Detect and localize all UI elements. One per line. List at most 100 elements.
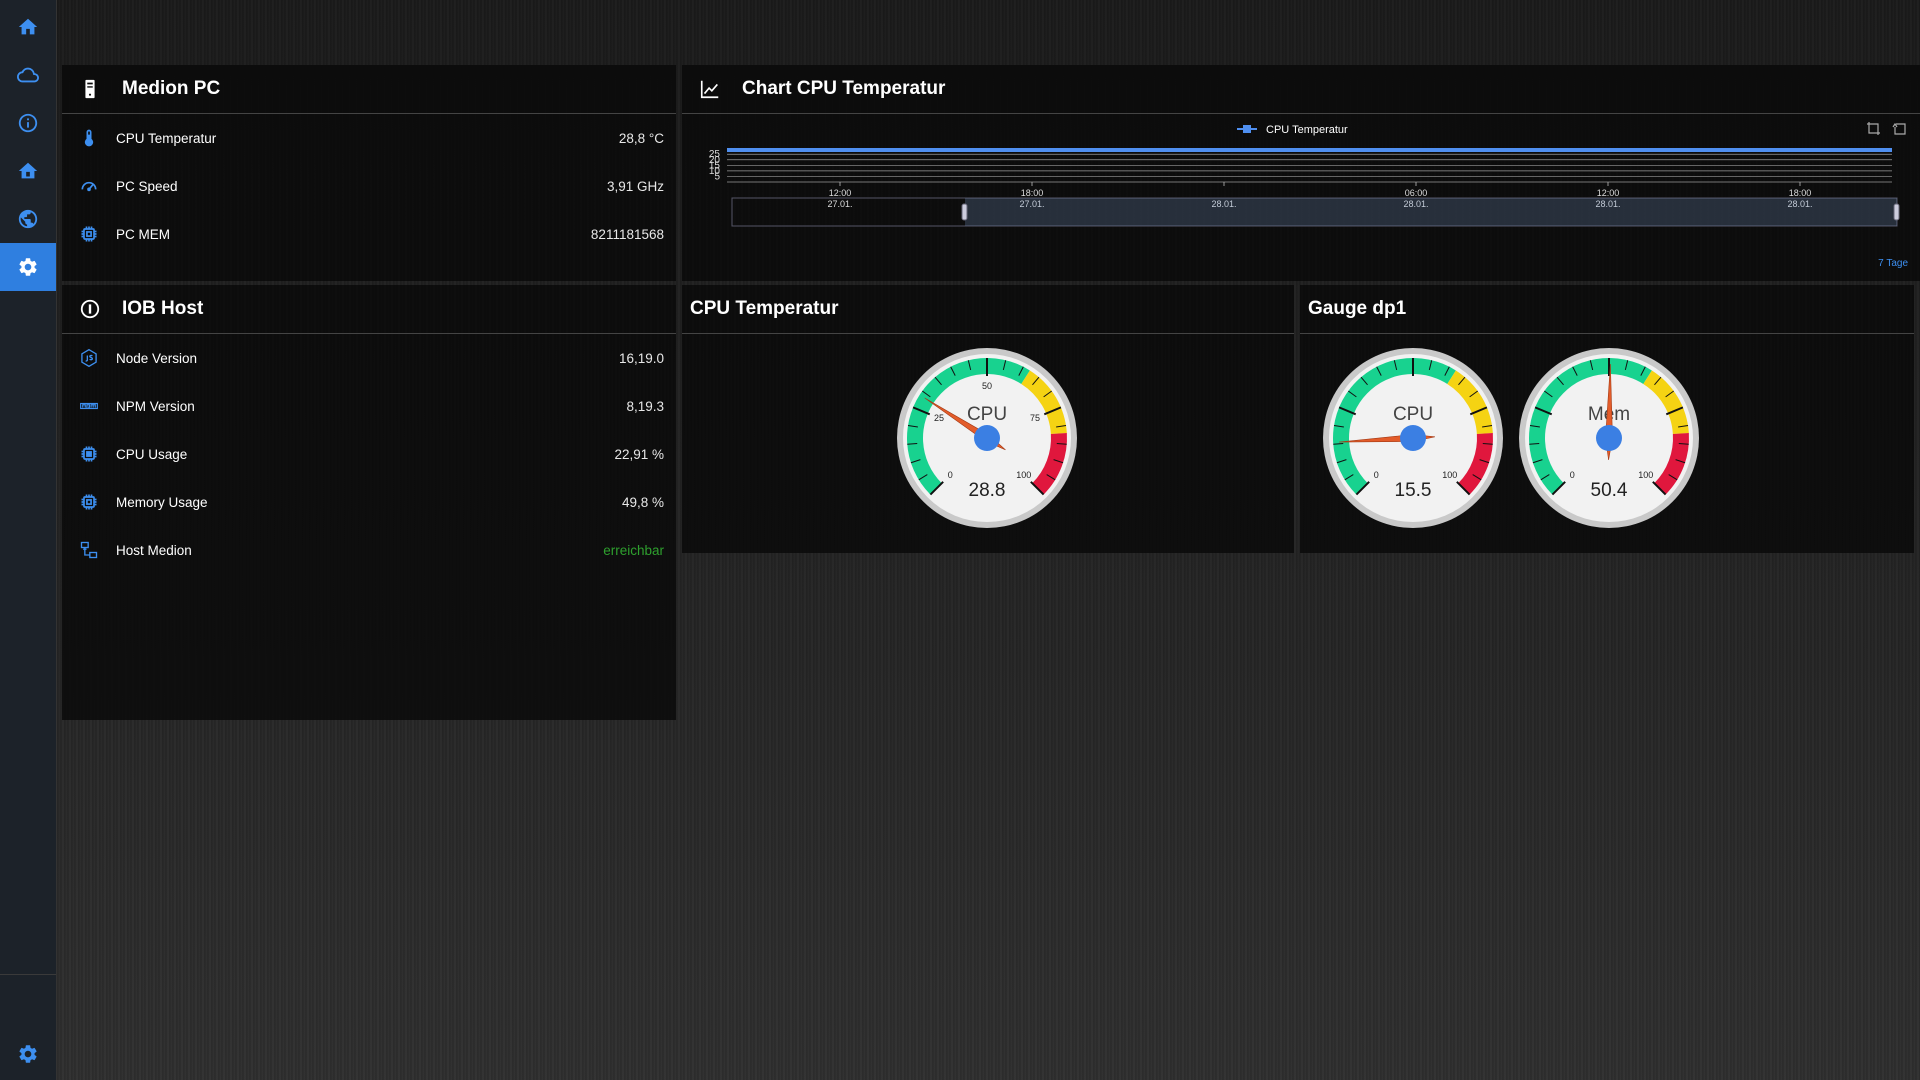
- medion-pc-header: Medion PC: [62, 65, 676, 114]
- list-item: PC MEM 8211181568: [62, 210, 676, 258]
- chart-panel: Chart CPU Temperatur CPU Temperatur 25 20 1…: [682, 65, 1920, 281]
- npm-icon: [78, 395, 100, 417]
- gauge-hub: [974, 425, 1000, 451]
- gauge: 0 25 50 75 100 CPU 28.8: [897, 348, 1077, 528]
- list-item: CPU Usage 22,91 %: [62, 430, 676, 478]
- x-tick-label: 12:00: [1597, 188, 1620, 198]
- list-item: NPM Version 8,19.3: [62, 382, 676, 430]
- sidebar-item-house[interactable]: [0, 147, 56, 195]
- row-label: Memory Usage: [116, 494, 208, 510]
- iobroker-logo-icon: [78, 297, 102, 321]
- gauge-area: 0100CPU15.50100Mem50.4: [1300, 334, 1914, 553]
- nodejs-icon: [78, 347, 100, 369]
- gauge-tick-label: 100: [1016, 470, 1031, 480]
- sidebar: [0, 0, 57, 1080]
- chart-svg[interactable]: CPU Temperatur25201510512:0027.01.18:002…: [682, 114, 1920, 281]
- home-icon: [18, 18, 38, 35]
- pc-tower-icon: [78, 77, 102, 101]
- gauge-tick-label: 0: [948, 470, 953, 480]
- gauge-label: CPU: [967, 404, 1007, 425]
- row-value: 16,19.0: [618, 350, 664, 366]
- chip-icon: [78, 223, 100, 245]
- panel-title: Gauge dp1: [1308, 298, 1407, 319]
- list-item: PC Speed 3,91 GHz: [62, 162, 676, 210]
- row-label: Node Version: [116, 350, 198, 366]
- speedometer-icon: [78, 175, 100, 197]
- zoom-reset-icon[interactable]: [1892, 121, 1908, 137]
- row-label: CPU Temperatur: [116, 130, 217, 146]
- chart-panel-header: Chart CPU Temperatur: [682, 65, 1920, 114]
- gauge-value: 28.8: [969, 480, 1006, 501]
- row-label: PC Speed: [116, 178, 178, 194]
- range-label[interactable]: 7 Tage: [1878, 258, 1908, 269]
- medion-pc-panel: Medion PC CPU Temperatur 28,8 °C PC Spee…: [62, 65, 676, 281]
- list-item: CPU Temperatur 28,8 °C: [62, 114, 676, 162]
- x-tick-label: 06:00: [1405, 188, 1428, 198]
- gauge-tick-label: 25: [934, 413, 944, 423]
- gauge-hub: [1596, 425, 1622, 451]
- row-label: Host Medion: [116, 542, 192, 558]
- info-icon: [18, 113, 38, 133]
- gauge: 0 100 CPU 15.5: [1323, 348, 1503, 528]
- cpu-temperatur-gauge: 0 25 50 75 100 CPU 28.8: [897, 348, 1077, 528]
- row-label: CPU Usage: [116, 446, 188, 462]
- status-value: erreichbar: [603, 542, 664, 558]
- gauge-hub: [1400, 425, 1426, 451]
- chart-legend: CPU Temperatur: [1237, 124, 1348, 136]
- gauge: 0100Mem50.4: [1519, 348, 1699, 528]
- row-value: 49,8 %: [621, 494, 664, 510]
- sidebar-item-info[interactable]: [0, 99, 56, 147]
- legend-label: CPU Temperatur: [1266, 124, 1348, 136]
- panel-title: CPU Temperatur: [690, 298, 839, 319]
- row-value: 28,8 °C: [618, 130, 664, 146]
- row-label: PC MEM: [116, 226, 170, 242]
- row-value: 3,91 GHz: [606, 178, 664, 194]
- network-icon: [78, 539, 100, 561]
- gauge-tick-label: 100: [1442, 470, 1457, 480]
- zoom-handle-right: [1893, 203, 1900, 221]
- chip-icon: [78, 491, 100, 513]
- cpu-temperatur-panel: CPU Temperatur 0 25 50 75 100 CPU 28.8: [682, 285, 1294, 553]
- gauge-dp1-panel: Gauge dp1 0100CPU15.50100Mem50.4: [1300, 285, 1914, 553]
- gauge-tick-label: 0: [1374, 470, 1379, 480]
- row-value: 8,19.3: [626, 398, 664, 414]
- chart-area[interactable]: CPU Temperatur25201510512:0027.01.18:002…: [682, 114, 1920, 281]
- panel-title: Medion PC: [122, 78, 221, 99]
- globe-icon: [18, 209, 38, 229]
- zoom-slider[interactable]: [731, 197, 1900, 227]
- zoom-select-icon[interactable]: [1866, 121, 1882, 137]
- gauge-tick-label: 100: [1638, 470, 1653, 480]
- list-item: Node Version 16,19.0: [62, 334, 676, 382]
- legend-marker: [1243, 125, 1251, 133]
- zoom-window: [965, 198, 1897, 226]
- sidebar-item-cloud[interactable]: [0, 51, 56, 99]
- iob-host-panel: IOB Host Node Version 16,19.0 NPM Versio…: [62, 285, 676, 720]
- thermometer-icon: [78, 127, 100, 149]
- sidebar-divider: [0, 974, 56, 975]
- gauge-tick-label: 0: [1570, 470, 1575, 480]
- row-value: 8211181568: [590, 226, 664, 242]
- gear-icon: [19, 258, 37, 276]
- row-value: 22,91 %: [614, 446, 664, 462]
- line-chart-icon: [698, 77, 722, 101]
- panel-title: Chart CPU Temperatur: [742, 78, 946, 99]
- chip-icon: [78, 443, 100, 465]
- house-icon: [18, 162, 38, 179]
- cloud-icon: [17, 67, 39, 83]
- sidebar-item-home[interactable]: [0, 3, 56, 51]
- cpu-temperatur-header: CPU Temperatur: [682, 285, 1294, 334]
- gauge-dp1-header: Gauge dp1: [1300, 285, 1914, 334]
- gauge-tick-label: 75: [1030, 413, 1040, 423]
- gauge-label: CPU: [1393, 404, 1433, 425]
- gauge-area: 0 25 50 75 100 CPU 28.8: [682, 334, 1294, 553]
- x-tick-label: 18:00: [1789, 188, 1812, 198]
- row-label: NPM Version: [116, 398, 195, 414]
- sidebar-settings-button[interactable]: [0, 1030, 56, 1078]
- y-tick-label: 5: [714, 171, 720, 182]
- sidebar-item-settings[interactable]: [0, 243, 56, 291]
- sidebar-item-globe[interactable]: [0, 195, 56, 243]
- panel-title: IOB Host: [122, 298, 204, 319]
- x-tick-date: 27.01.: [827, 199, 852, 209]
- list-item: Memory Usage 49,8 %: [62, 478, 676, 526]
- gear-icon: [19, 1045, 37, 1063]
